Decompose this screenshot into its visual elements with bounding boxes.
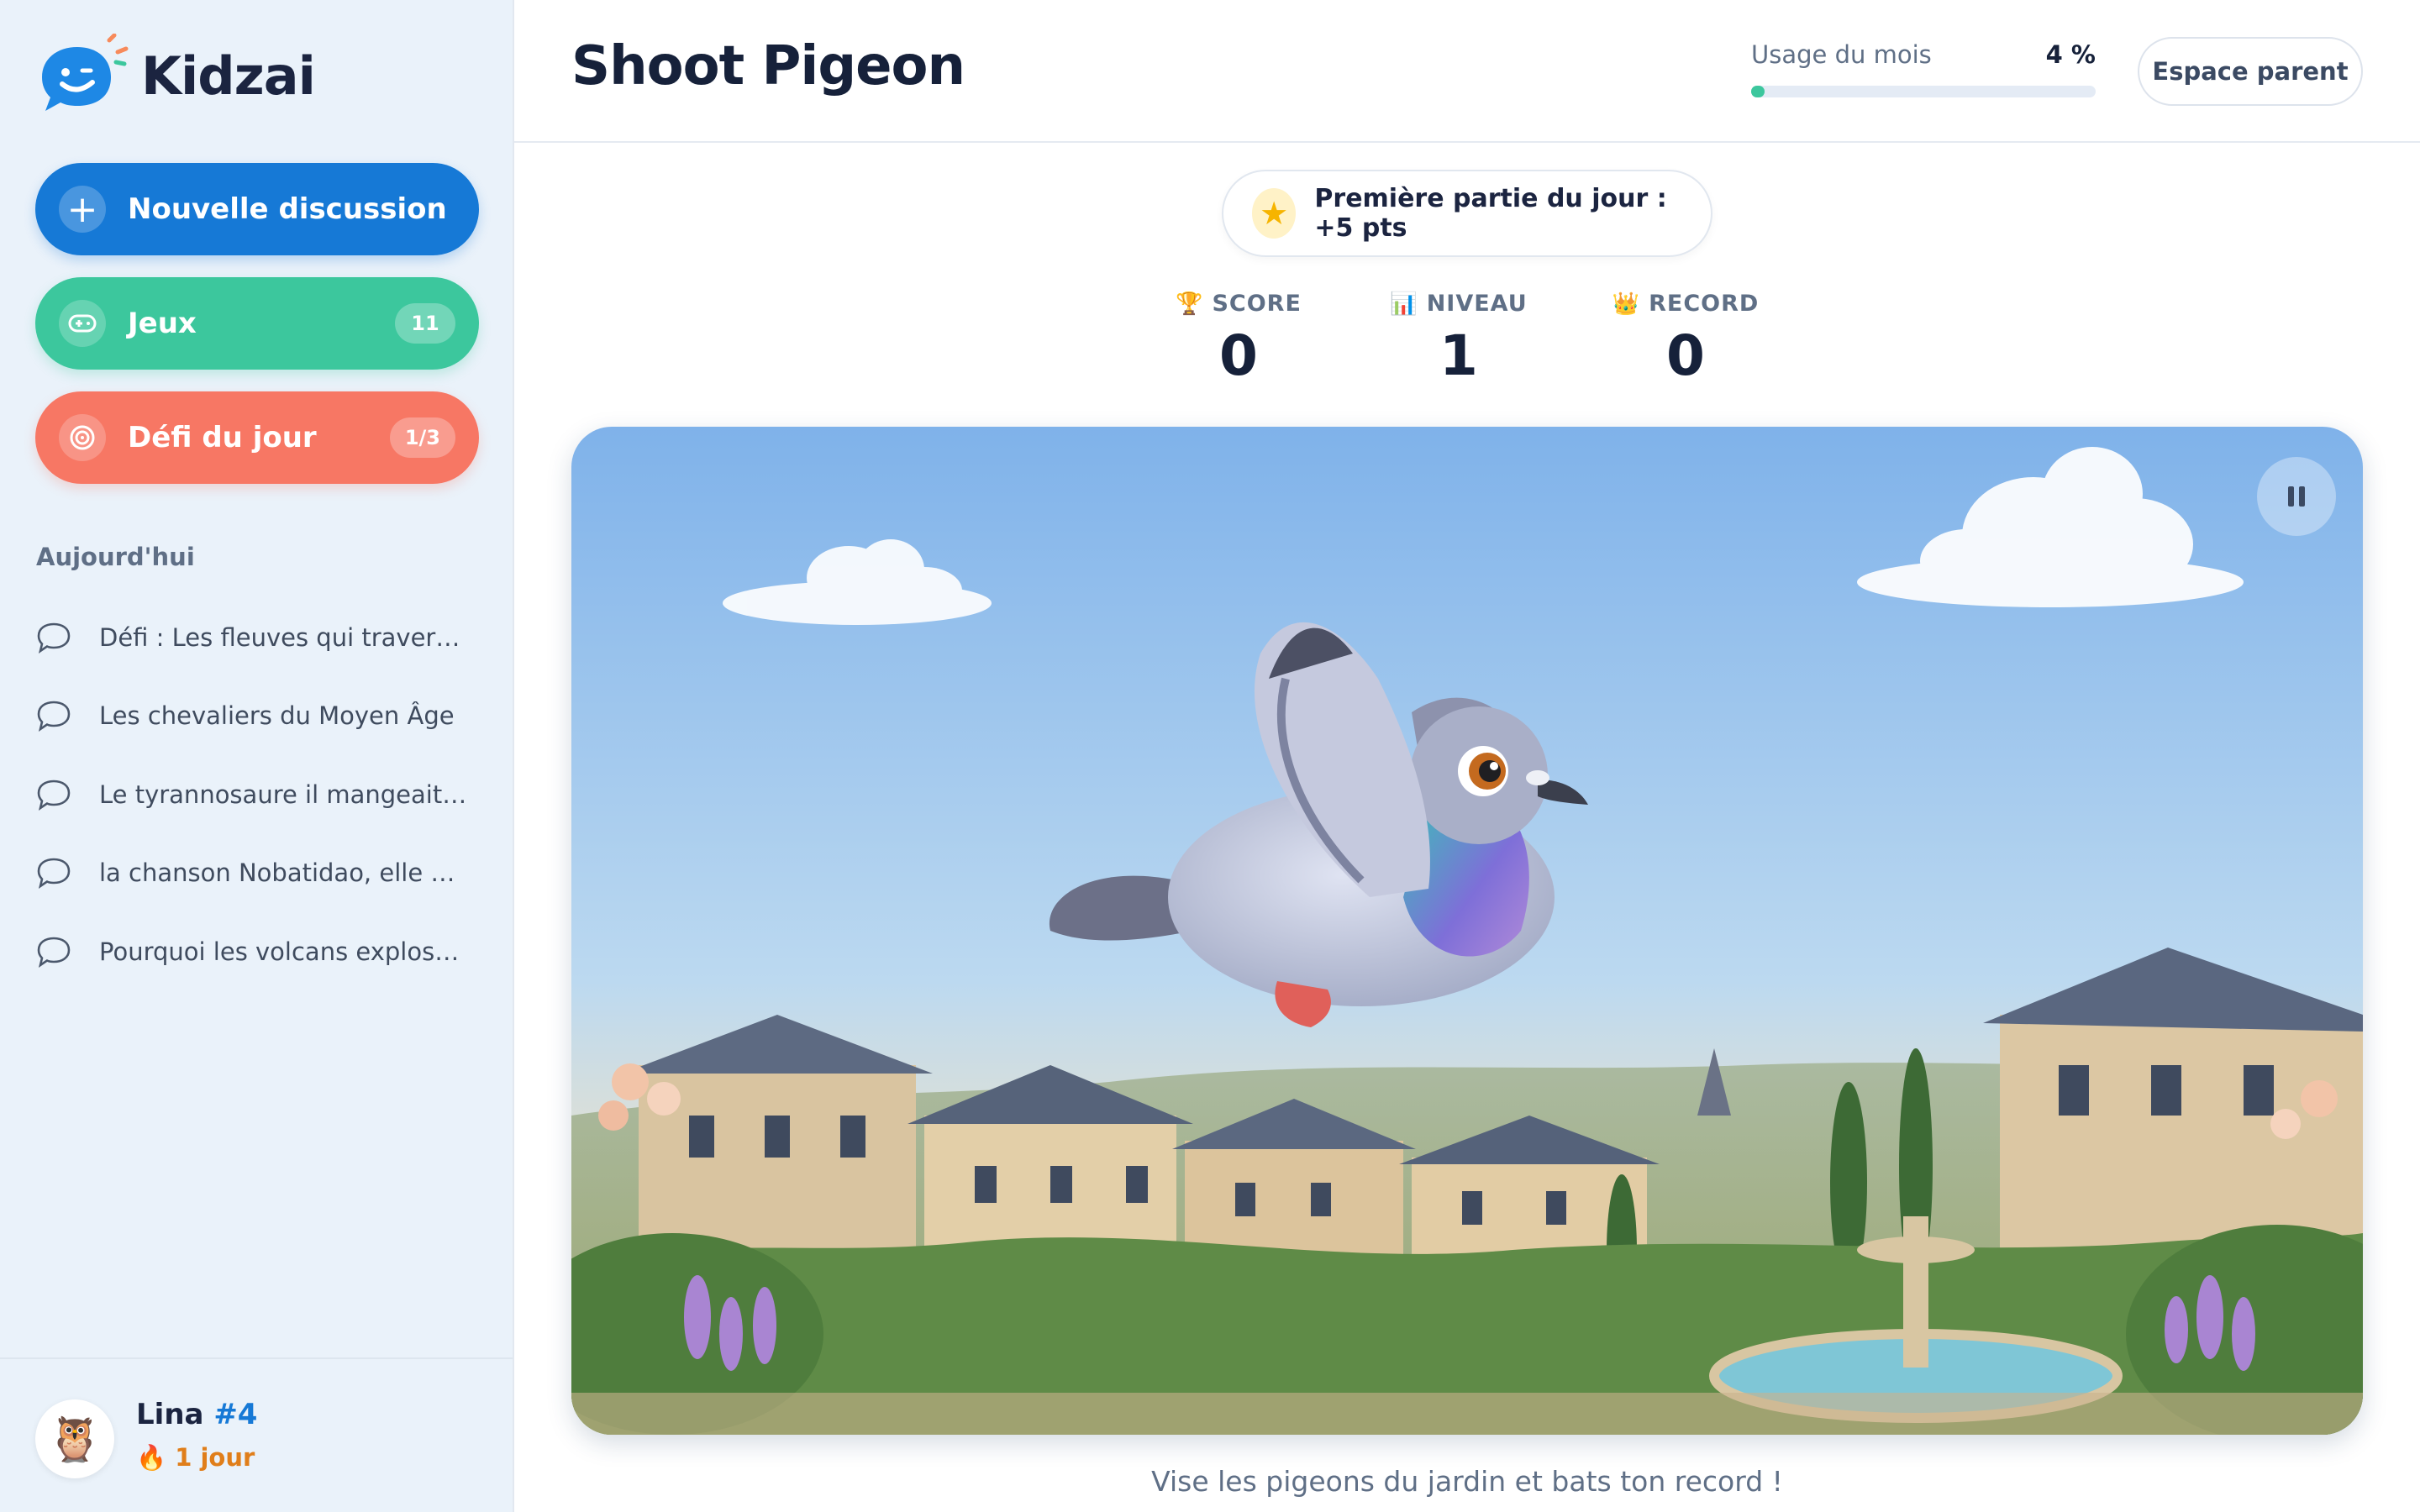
conversation-item[interactable]: la chanson Nobatidao, elle est e... [35,834,489,913]
chat-bubble-icon [37,701,71,732]
score-stat: 🏆 SCORE 0 [1138,291,1339,388]
chat-bubble-icon [37,858,71,890]
new-chat-label: Nouvelle discussion [128,192,447,226]
daily-bonus-banner: ★ Première partie du jour : +5 pts [1222,170,1712,257]
chat-bubble-icon [37,937,71,968]
streak-text: 1 jour [175,1443,255,1472]
level-value: 1 [1439,323,1478,388]
crown-icon: 👑 [1612,291,1641,317]
level-label: NIVEAU [1426,291,1528,317]
page-title: Shoot Pigeon [571,35,965,97]
streak: 🔥 1 jour [136,1443,255,1473]
header: Shoot Pigeon Usage du mois 4 % Espace pa… [514,0,2420,143]
usage-label: Usage du mois [1751,40,1932,69]
conversation-title: la chanson Nobatidao, elle est e... [99,858,469,888]
section-title-today: Aujourd'hui [36,543,195,571]
games-button[interactable]: Jeux 11 [35,277,479,370]
user-profile[interactable]: 🦉 Lina #4 🔥 1 jour [0,1357,513,1512]
bonus-text: Première partie du jour : +5 pts [1314,184,1667,243]
trophy-icon: 🏆 [1176,291,1204,317]
new-chat-button[interactable]: + Nouvelle discussion [35,163,479,255]
conversation-item[interactable]: Le tyrannosaure il mangeait qu... [35,755,489,834]
user-rank: #4 [213,1398,258,1431]
games-count-badge: 11 [395,303,455,344]
conversation-title: Le tyrannosaure il mangeait qu... [99,780,469,809]
score-value: 0 [1219,323,1258,388]
usage-progress-fill [1751,86,1765,97]
sidebar: Kidzai + Nouvelle discussion Jeux 11 Déf… [0,0,514,1512]
record-value: 0 [1666,323,1705,388]
record-label: RECORD [1649,291,1760,317]
chart-icon: 📊 [1390,291,1418,317]
conversation-item[interactable]: Pourquoi les volcans explosent ? [35,912,489,991]
game-instructions: Vise les pigeons du jardin et bats ton r… [1151,1465,1783,1498]
conversation-title: Les chevaliers du Moyen Âge [99,701,455,731]
conversation-item[interactable]: Les chevaliers du Moyen Âge [35,677,489,756]
games-label: Jeux [128,307,197,340]
game-canvas[interactable] [571,427,2363,1435]
plus-icon: + [59,186,106,233]
chat-bubble-icon [37,622,71,654]
parent-space-button[interactable]: Espace parent [2138,37,2363,106]
target-icon [59,414,106,461]
kidzai-logo-icon [35,33,129,118]
brand-name: Kidzai [141,45,316,107]
score-label: SCORE [1212,291,1302,317]
conversation-title: Défi : Les fleuves qui traversent... [99,622,469,652]
daily-challenge-progress-badge: 1/3 [389,417,455,458]
conversation-title: Pourquoi les volcans explosent ? [99,937,469,966]
conversation-item[interactable]: Défi : Les fleuves qui traversent... [35,598,489,677]
level-stat: 📊 NIVEAU 1 [1358,291,1560,388]
usage-value: 4 % [2045,40,2096,69]
daily-challenge-label: Défi du jour [128,421,317,454]
daily-challenge-button[interactable]: Défi du jour 1/3 [35,391,479,484]
pause-button[interactable] [2257,457,2336,536]
monthly-usage: Usage du mois 4 % [1751,40,2096,97]
conversation-list: Défi : Les fleuves qui traversent... Les… [35,598,489,991]
star-icon: ★ [1252,188,1297,239]
owl-icon: 🦉 [35,1399,114,1478]
chat-bubble-icon [37,780,71,811]
usage-progress-bar [1751,86,2096,97]
pause-icon [2286,486,2307,507]
brand[interactable]: Kidzai [35,33,316,118]
gamepad-icon [59,300,106,347]
user-name: Lina #4 [136,1398,257,1431]
record-stat: 👑 RECORD 0 [1585,291,1786,388]
user-first-name: Lina [136,1398,204,1431]
fire-icon: 🔥 [136,1443,167,1472]
game-scene [571,427,2363,1435]
